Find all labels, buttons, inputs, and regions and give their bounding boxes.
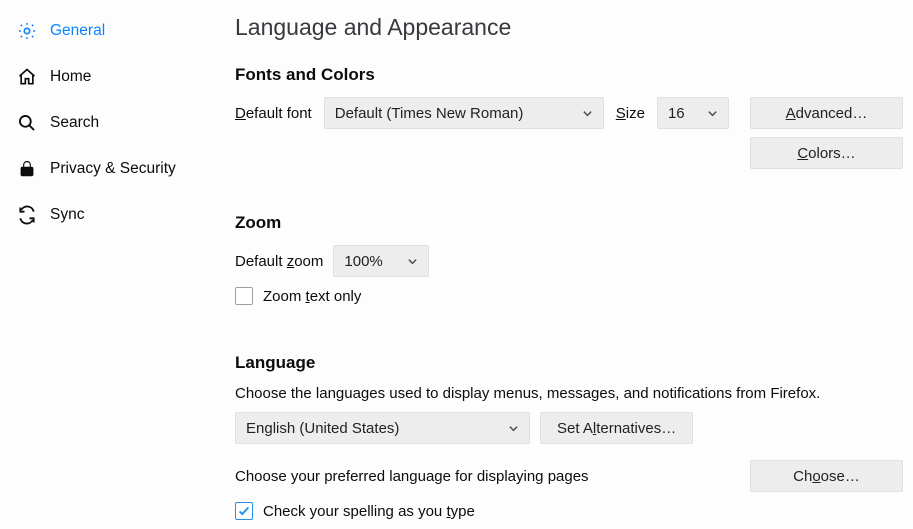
font-size-select[interactable]: 16 [657, 97, 729, 129]
font-size-value: 16 [668, 105, 685, 122]
default-zoom-label: Default zoom [235, 253, 323, 270]
chevron-down-icon [707, 108, 718, 119]
display-language-select[interactable]: English (United States) [235, 412, 530, 444]
section-language: Language Choose the languages used to di… [235, 353, 903, 520]
default-zoom-select[interactable]: 100% [333, 245, 429, 277]
sidebar-item-search[interactable]: Search [0, 100, 215, 146]
spellcheck-checkbox[interactable] [235, 502, 253, 520]
choose-languages-button[interactable]: Choose… [750, 460, 903, 492]
display-language-value: English (United States) [246, 420, 399, 437]
page-title: Language and Appearance [235, 14, 903, 41]
home-icon [14, 67, 40, 87]
sidebar-item-privacy-security[interactable]: Privacy & Security [0, 146, 215, 192]
sidebar-item-sync[interactable]: Sync [0, 192, 215, 238]
zoom-heading: Zoom [235, 213, 903, 233]
sidebar-item-label: Home [50, 68, 91, 86]
gear-icon [14, 21, 40, 41]
language-desc-1: Choose the languages used to display men… [235, 385, 903, 402]
set-alternatives-button[interactable]: Set Alternatives… [540, 412, 693, 444]
language-desc-2: Choose your preferred language for displ… [235, 468, 589, 485]
chevron-down-icon [407, 256, 418, 267]
sidebar: General Home Search [0, 0, 215, 529]
default-font-select[interactable]: Default (Times New Roman) [324, 97, 604, 129]
advanced-fonts-button[interactable]: Advanced… [750, 97, 903, 129]
default-font-value: Default (Times New Roman) [335, 105, 524, 122]
main-content: Language and Appearance Fonts and Colors… [215, 0, 913, 529]
colors-button[interactable]: Colors… [750, 137, 903, 169]
font-size-label: Size [616, 105, 645, 122]
chevron-down-icon [508, 423, 519, 434]
language-heading: Language [235, 353, 903, 373]
sidebar-item-label: Sync [50, 206, 84, 224]
sidebar-item-home[interactable]: Home [0, 54, 215, 100]
chevron-down-icon [582, 108, 593, 119]
sidebar-item-label: General [50, 22, 105, 40]
default-zoom-value: 100% [344, 253, 382, 270]
zoom-text-only-checkbox[interactable] [235, 287, 253, 305]
fonts-heading: Fonts and Colors [235, 65, 903, 85]
sidebar-item-general[interactable]: General [0, 8, 215, 54]
default-font-label: Default font [235, 105, 312, 122]
lock-icon [14, 159, 40, 179]
sidebar-item-label: Privacy & Security [50, 160, 176, 178]
section-fonts-colors: Fonts and Colors Default font Default (T… [235, 65, 903, 169]
sidebar-item-label: Search [50, 114, 99, 132]
spellcheck-label: Check your spelling as you type [263, 503, 475, 520]
sync-icon [14, 205, 40, 225]
search-icon [14, 113, 40, 133]
section-zoom: Zoom Default zoom 100% Zoom text only [235, 213, 903, 305]
zoom-text-only-label: Zoom text only [263, 288, 361, 305]
